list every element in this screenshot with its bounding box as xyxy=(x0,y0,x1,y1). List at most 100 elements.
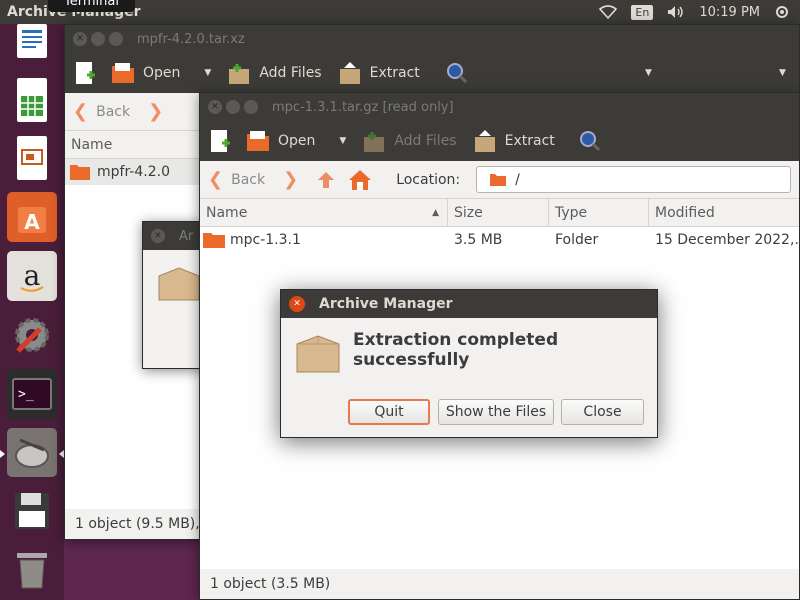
back-label: Back xyxy=(231,171,266,188)
launcher-amazon[interactable]: a xyxy=(7,251,57,301)
open-button[interactable]: Open xyxy=(246,130,315,152)
show-files-button[interactable]: Show the Files xyxy=(438,399,554,425)
svg-text:a: a xyxy=(24,259,41,292)
close-button[interactable]: Close xyxy=(561,399,644,425)
window-title: mpfr-4.2.0.tar.xz xyxy=(137,31,245,47)
column-header-size[interactable]: Size xyxy=(448,199,549,226)
maximize-icon[interactable] xyxy=(109,32,123,46)
minimize-icon[interactable] xyxy=(226,100,240,114)
new-archive-button[interactable] xyxy=(75,61,95,85)
gear-menu-arrow-icon[interactable]: ▼ xyxy=(779,68,786,78)
home-button[interactable] xyxy=(348,169,372,191)
back-arrow-icon: ❮ xyxy=(208,169,224,190)
extract-button[interactable]: Extract xyxy=(338,61,420,85)
calc-icon xyxy=(17,77,47,122)
view-menu-arrow-icon[interactable]: ▼ xyxy=(645,68,652,78)
keyboard-layout-indicator[interactable]: En xyxy=(631,4,654,20)
writer-icon xyxy=(17,23,47,58)
location-field[interactable]: / xyxy=(476,166,791,193)
launcher-system-settings[interactable] xyxy=(7,310,57,360)
folder-open-icon xyxy=(247,131,269,151)
close-icon[interactable]: ✕ xyxy=(289,296,305,312)
terminal-icon: >_ xyxy=(12,377,52,410)
package-icon xyxy=(296,335,340,373)
column-header-name[interactable]: Name xyxy=(65,131,201,158)
file-name: mpfr-4.2.0 xyxy=(97,164,170,180)
column-header-modified[interactable]: Modified xyxy=(649,199,799,226)
open-dropdown-arrow-icon[interactable]: ▼ xyxy=(204,68,211,78)
extract-label: Extract xyxy=(504,133,555,149)
minimize-icon[interactable] xyxy=(91,32,105,46)
window-titlebar: ✕ mpfr-4.2.0.tar.xz xyxy=(65,25,799,53)
add-files-button[interactable]: Add Files xyxy=(227,61,322,85)
svg-text:A: A xyxy=(24,210,40,234)
file-type: Folder xyxy=(555,232,599,248)
dialog-title: Archive Manager xyxy=(319,296,453,312)
trash-icon xyxy=(17,553,47,589)
list-item[interactable]: mpfr-4.2.0 xyxy=(65,159,201,185)
amazon-icon: a xyxy=(20,259,44,292)
wifi-icon[interactable] xyxy=(599,5,618,19)
search-icon xyxy=(446,63,467,84)
find-button[interactable] xyxy=(579,130,601,152)
extract-icon xyxy=(339,62,360,84)
find-button[interactable] xyxy=(446,62,468,84)
add-files-label: Add Files xyxy=(394,133,457,149)
impress-icon xyxy=(17,136,47,181)
folder-icon xyxy=(70,165,90,180)
power-gear-icon[interactable] xyxy=(774,4,790,20)
location-label: Location: xyxy=(396,171,461,188)
maximize-icon[interactable] xyxy=(244,100,258,114)
window-title: mpc-1.3.1.tar.gz [read only] xyxy=(272,99,454,115)
close-icon[interactable]: ✕ xyxy=(73,32,87,46)
column-header-name[interactable]: Name ▲ xyxy=(200,199,448,226)
file-name: mpc-1.3.1 xyxy=(230,232,301,248)
launcher-save-device[interactable] xyxy=(7,486,57,536)
window-titlebar: ✕ mpc-1.3.1.tar.gz [read only] xyxy=(200,93,799,121)
up-button[interactable] xyxy=(316,170,336,190)
new-archive-icon xyxy=(76,62,95,84)
indicator-area: En 10:19 PM xyxy=(599,0,790,24)
extract-button[interactable]: Extract xyxy=(473,129,555,153)
launcher-impress[interactable] xyxy=(7,134,57,184)
open-label: Open xyxy=(143,65,181,81)
quit-button[interactable]: Quit xyxy=(348,399,430,425)
floppy-disk-icon xyxy=(15,493,49,530)
launcher-archive-manager[interactable] xyxy=(0,427,64,478)
back-button[interactable]: ❮ Back xyxy=(73,101,130,122)
folder-icon xyxy=(203,233,225,248)
software-center-icon: A xyxy=(18,207,46,234)
navigation-bar: ❮ Back ❯ Location: / xyxy=(200,161,799,199)
open-dropdown-arrow-icon[interactable]: ▼ xyxy=(339,136,346,146)
svg-text:>_: >_ xyxy=(18,387,34,402)
add-files-button[interactable]: Add Files xyxy=(362,129,457,153)
launcher-writer[interactable] xyxy=(7,16,57,66)
file-list-header: Name ▲ Size Type Modified xyxy=(200,199,799,227)
table-row[interactable]: mpc-1.3.1 3.5 MB Folder 15 December 2022… xyxy=(200,227,799,253)
close-icon[interactable]: ✕ xyxy=(208,100,222,114)
launcher-software-center[interactable]: A xyxy=(7,192,57,243)
dialog-message: Extraction completed successfully xyxy=(353,330,559,370)
forward-arrow-icon[interactable]: ❯ xyxy=(283,169,298,190)
extraction-complete-dialog: ✕ Archive Manager Extraction completed s… xyxy=(280,289,658,438)
close-icon[interactable]: ✕ xyxy=(151,229,165,243)
folder-icon xyxy=(490,173,507,186)
folder-open-icon xyxy=(112,63,134,83)
clock[interactable]: 10:19 PM xyxy=(699,5,760,20)
up-arrow-icon xyxy=(318,171,335,188)
back-button[interactable]: ❮ Back xyxy=(208,169,265,190)
open-button[interactable]: Open xyxy=(111,62,180,84)
launcher-trash[interactable] xyxy=(7,545,57,595)
forward-arrow-icon[interactable]: ❯ xyxy=(148,101,163,122)
volume-icon[interactable] xyxy=(667,5,685,19)
launcher-terminal[interactable]: >_ xyxy=(7,368,57,419)
launcher-tooltip: Terminal xyxy=(48,0,135,12)
launcher-calc[interactable] xyxy=(7,75,57,125)
new-archive-icon xyxy=(211,130,230,152)
dialog-titlebar: ✕ Archive Manager xyxy=(281,290,657,318)
file-list-header: Name xyxy=(65,131,201,159)
extract-label: Extract xyxy=(369,65,420,81)
new-archive-button[interactable] xyxy=(210,129,230,153)
column-header-type[interactable]: Type xyxy=(549,199,649,226)
package-icon xyxy=(158,267,200,301)
